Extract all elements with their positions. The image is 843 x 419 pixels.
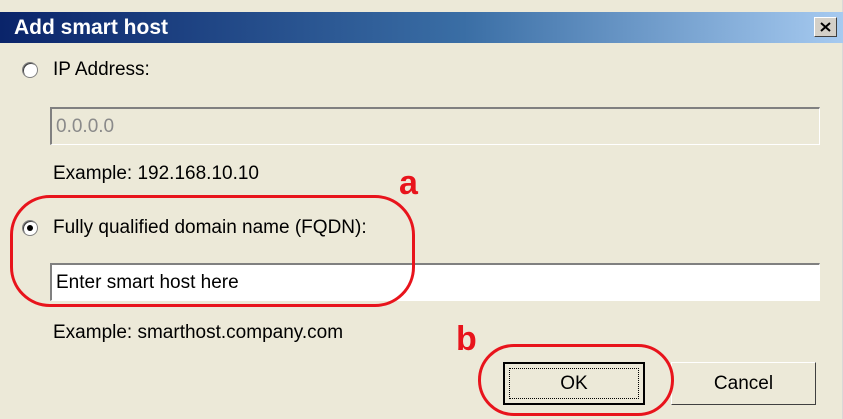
add-smart-host-dialog: Add smart host IP Address: Example: 192.… [0,0,843,419]
dialog-title: Add smart host [14,16,169,39]
ip-address-radio[interactable] [22,62,38,78]
ip-address-label: IP Address: [53,59,150,80]
annotation-letter-a: a [399,164,418,202]
ok-button[interactable]: OK [503,362,645,405]
fqdn-example: Example: smarthost.company.com [53,322,344,343]
radio-selected-dot [27,225,33,231]
title-bar: Add smart host [0,12,843,43]
fqdn-label: Fully qualified domain name (FQDN): [53,217,367,238]
cancel-button[interactable]: Cancel [671,362,816,405]
cancel-button-label: Cancel [713,373,774,394]
annotation-letter-b: b [456,320,477,358]
ok-focus-rect [509,368,639,399]
close-button[interactable] [814,17,837,37]
close-icon [820,22,831,32]
ip-address-example: Example: 192.168.10.10 [53,163,259,184]
ip-address-input[interactable] [50,107,820,145]
fqdn-input[interactable] [50,263,820,301]
fqdn-radio[interactable] [22,220,38,236]
